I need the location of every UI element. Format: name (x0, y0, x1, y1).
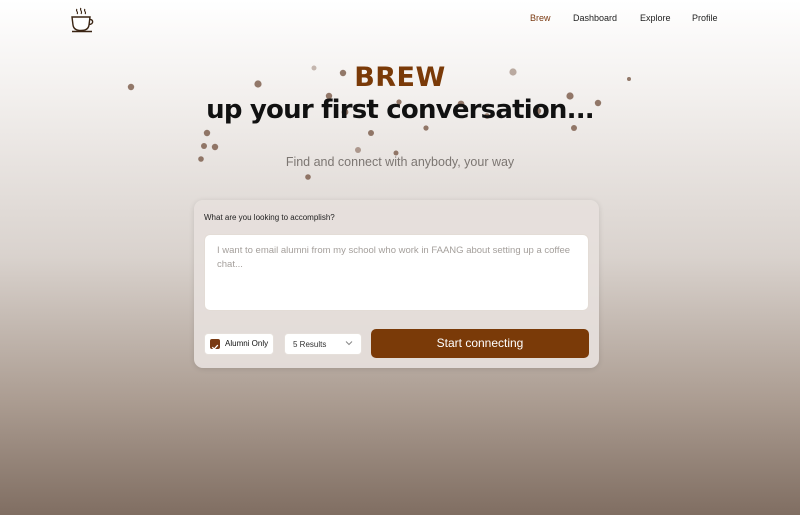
hero-tagline: Find and connect with anybody, your way (285, 155, 515, 169)
goal-label: What are you looking to accomplish? (204, 213, 335, 222)
nav-link-brew[interactable]: Brew (530, 13, 551, 23)
search-card: What are you looking to accomplish? Alum… (194, 200, 599, 368)
checkbox[interactable] (210, 339, 220, 351)
results-count-value: 5 Results (293, 340, 327, 349)
coffee-cup-icon[interactable] (69, 6, 97, 34)
hero-title: BREW (354, 62, 446, 93)
checkmark-icon (211, 344, 219, 351)
hero-subtitle: up your first conversation... (206, 95, 595, 125)
nav-link-dashboard[interactable]: Dashboard (573, 13, 617, 23)
nav-link-profile[interactable]: Profile (692, 13, 718, 23)
chevron-down-icon (345, 341, 353, 346)
alumni-only-toggle[interactable]: Alumni Only (204, 333, 274, 355)
nav-link-explore[interactable]: Explore (640, 13, 671, 23)
results-count-select[interactable]: 5 Results (284, 333, 362, 355)
start-connecting-button[interactable]: Start connecting (371, 329, 589, 358)
goal-input[interactable] (204, 234, 589, 311)
alumni-only-label: Alumni Only (225, 339, 269, 348)
top-nav: Brew Dashboard Explore Profile (0, 0, 800, 40)
